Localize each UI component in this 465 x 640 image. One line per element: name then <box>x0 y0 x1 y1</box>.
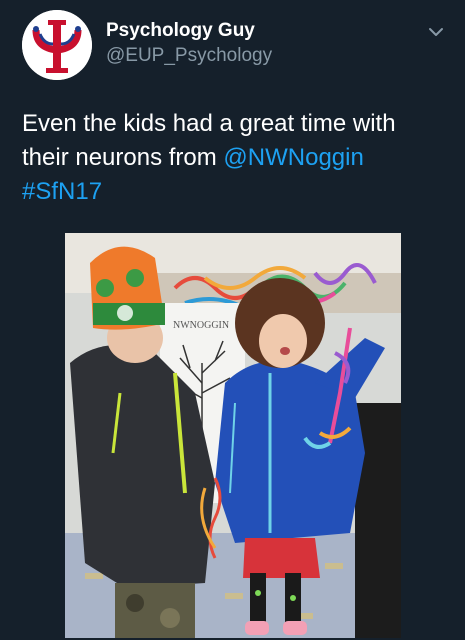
user-handle[interactable]: @EUP_Psychology <box>106 45 272 67</box>
tweet-photo[interactable]: NWNOGGIN <box>65 233 401 638</box>
mention-link[interactable]: @NWNoggin <box>223 144 363 171</box>
sign-text: NWNOGGIN <box>173 320 229 331</box>
display-name[interactable]: Psychology Guy <box>106 20 255 42</box>
chevron-down-icon[interactable] <box>426 22 446 42</box>
tweet-text: Even the kids had a great time with thei… <box>22 107 447 209</box>
avatar[interactable] <box>22 10 92 80</box>
psi-logo-icon <box>22 10 92 80</box>
tweet-header: Psychology Guy @EUP_Psychology <box>0 0 465 100</box>
photo-scene: NWNOGGIN <box>65 233 401 638</box>
hashtag-link[interactable]: #SfN17 <box>22 178 102 205</box>
